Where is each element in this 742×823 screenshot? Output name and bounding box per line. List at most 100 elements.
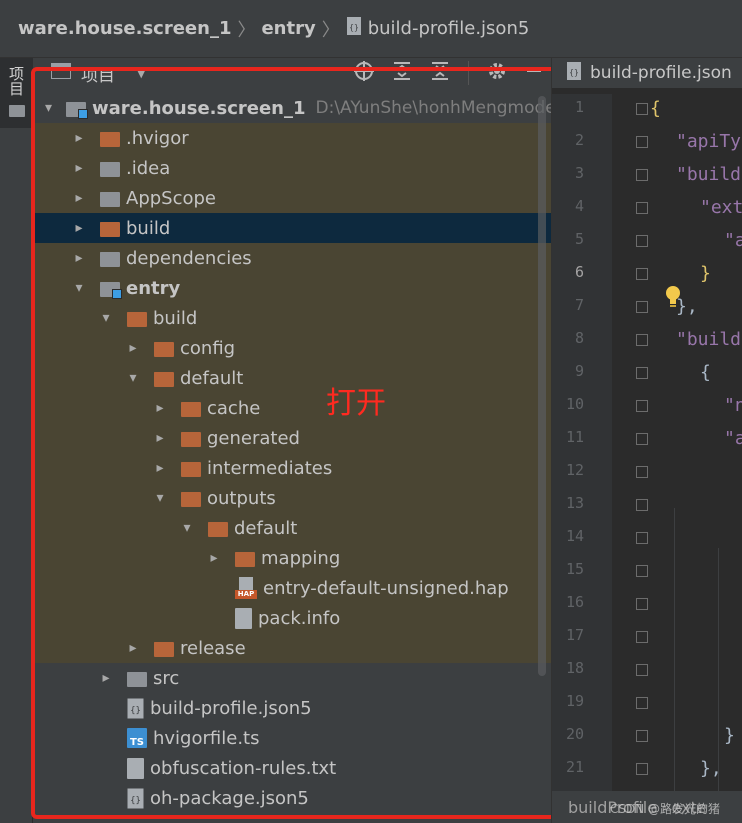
tree-row-label: build-profile.json5: [150, 697, 312, 719]
module-folder-icon: [66, 99, 89, 119]
fold-marker-icon[interactable]: [636, 268, 648, 280]
project-panel-header: 项目 ▼: [33, 58, 551, 88]
tree-row[interactable]: ▸ cache: [33, 393, 551, 423]
fold-marker-icon[interactable]: [636, 400, 648, 412]
tree-row[interactable]: ▸ mapping: [33, 543, 551, 573]
tree-row[interactable]: ▾ outputs: [33, 483, 551, 513]
fold-marker-icon[interactable]: [636, 499, 648, 511]
tree-row[interactable]: pack.info: [33, 603, 551, 633]
folder-icon: [100, 249, 120, 267]
chevron-right-icon[interactable]: ▸: [99, 670, 113, 686]
code-line: "ext: [700, 197, 742, 218]
chevron-right-icon[interactable]: ▸: [72, 130, 86, 146]
line-number: 19: [565, 692, 584, 710]
tree-row[interactable]: ▸ generated: [33, 423, 551, 453]
tree-row[interactable]: ▾ build: [33, 303, 551, 333]
tree-row[interactable]: {} build-profile.json5: [33, 693, 551, 723]
chevron-down-icon[interactable]: ▾: [99, 310, 113, 326]
line-number: 13: [565, 494, 584, 512]
target-icon[interactable]: [354, 60, 374, 86]
chevron-down-icon[interactable]: ▾: [180, 520, 194, 536]
chevron-right-icon[interactable]: ▸: [72, 160, 86, 176]
tree-row[interactable]: TS hvigorfile.ts: [33, 723, 551, 753]
expand-all-icon[interactable]: [392, 61, 412, 86]
folder-icon: [154, 339, 174, 357]
fold-marker-icon[interactable]: [636, 466, 648, 478]
chevron-right-icon[interactable]: ▸: [153, 400, 167, 416]
tree-row[interactable]: ▸ .hvigor: [33, 123, 551, 153]
tree-row[interactable]: {} oh-package.json5: [33, 783, 551, 813]
tree-row[interactable]: ▸ .idea: [33, 153, 551, 183]
fold-marker-icon[interactable]: [636, 202, 648, 214]
tree-row[interactable]: ▸ src: [33, 663, 551, 693]
fold-marker-icon[interactable]: [636, 598, 648, 610]
breadcrumb-file[interactable]: {} build-profile.json5: [346, 16, 529, 41]
line-number: 6: [574, 263, 584, 281]
chevron-right-icon[interactable]: ▸: [126, 340, 140, 356]
fold-marker-icon[interactable]: [636, 103, 648, 115]
tree-scrollbar[interactable]: [538, 96, 546, 676]
tree-row[interactable]: ▸ intermediates: [33, 453, 551, 483]
chevron-down-icon[interactable]: ▾: [126, 370, 140, 386]
tree-row[interactable]: ▸ AppScope: [33, 183, 551, 213]
tree-row[interactable]: ▸ dependencies: [33, 243, 551, 273]
tree-row[interactable]: ▸ build: [33, 213, 551, 243]
fold-marker-icon[interactable]: [636, 532, 648, 544]
tree-row[interactable]: ▾ default: [33, 363, 551, 393]
fold-marker-icon[interactable]: [636, 136, 648, 148]
tree-row[interactable]: obfuscation-rules.txt: [33, 753, 551, 783]
chevron-down-icon[interactable]: ▾: [45, 100, 52, 116]
gear-icon[interactable]: [487, 61, 507, 86]
tree-row[interactable]: HAP entry-default-unsigned.hap: [33, 573, 551, 603]
chevron-right-icon[interactable]: ▸: [153, 460, 167, 476]
folder-icon: [100, 219, 120, 237]
chevron-right-icon[interactable]: ▸: [207, 550, 221, 566]
tool-window-strip: 项目: [0, 58, 33, 823]
chevron-right-icon[interactable]: ▸: [72, 250, 86, 266]
tree-row[interactable]: ▾ ware.house.screen_1 D:\AYunShe\honhMengm…: [33, 93, 551, 123]
fold-marker-icon[interactable]: [636, 697, 648, 709]
folder-icon: [154, 639, 174, 657]
breadcrumb-module[interactable]: entry: [261, 18, 315, 39]
editor-tab[interactable]: {} build-profile.json: [552, 58, 742, 88]
tree-row[interactable]: ▸ config: [33, 333, 551, 363]
fold-marker-icon[interactable]: [636, 730, 648, 742]
lightbulb-icon[interactable]: [664, 284, 682, 312]
chevron-right-icon[interactable]: ▸: [72, 220, 86, 236]
chevron-down-icon[interactable]: ▾: [72, 280, 86, 296]
fold-marker-icon[interactable]: [636, 631, 648, 643]
tree-row[interactable]: ▾ entry: [33, 273, 551, 303]
project-panel-title[interactable]: 项目: [81, 61, 115, 86]
breadcrumb: ware.house.screen_1 〉 entry 〉 {} build-p…: [0, 0, 742, 58]
fold-marker-icon[interactable]: [636, 664, 648, 676]
minimize-icon[interactable]: [525, 61, 543, 86]
chevron-down-icon[interactable]: ▾: [153, 490, 167, 506]
tree-row[interactable]: ▾ default: [33, 513, 551, 543]
fold-marker-icon[interactable]: [636, 433, 648, 445]
chevron-down-icon[interactable]: ▼: [137, 67, 145, 80]
fold-marker-icon[interactable]: [636, 334, 648, 346]
tree-row-label: oh-package.json5: [150, 787, 309, 809]
fold-marker-icon[interactable]: [636, 565, 648, 577]
tree-row-label: entry: [126, 277, 181, 299]
ts-file-icon: TS: [127, 728, 147, 748]
breadcrumb-project[interactable]: ware.house.screen_1: [18, 18, 231, 39]
collapse-all-icon[interactable]: [430, 61, 450, 86]
line-number: 4: [574, 197, 584, 215]
fold-marker-icon[interactable]: [636, 235, 648, 247]
folder-icon: [181, 429, 201, 447]
chevron-right-icon[interactable]: ▸: [153, 430, 167, 446]
chevron-right-icon[interactable]: ▸: [72, 190, 86, 206]
tree-row-label: intermediates: [207, 457, 333, 479]
code-line: "a: [724, 428, 742, 449]
project-tool-tab[interactable]: 项目: [0, 58, 33, 128]
line-number: 12: [565, 461, 584, 479]
fold-marker-icon[interactable]: [636, 763, 648, 775]
tree-row[interactable]: ▸ release: [33, 633, 551, 663]
fold-marker-icon[interactable]: [636, 169, 648, 181]
fold-marker-icon[interactable]: [636, 367, 648, 379]
tree-row-path: D:\AYunShe\honhMengmode: [315, 98, 552, 118]
tree-row-label: outputs: [207, 487, 276, 509]
fold-marker-icon[interactable]: [636, 301, 648, 313]
chevron-right-icon[interactable]: ▸: [126, 640, 140, 656]
